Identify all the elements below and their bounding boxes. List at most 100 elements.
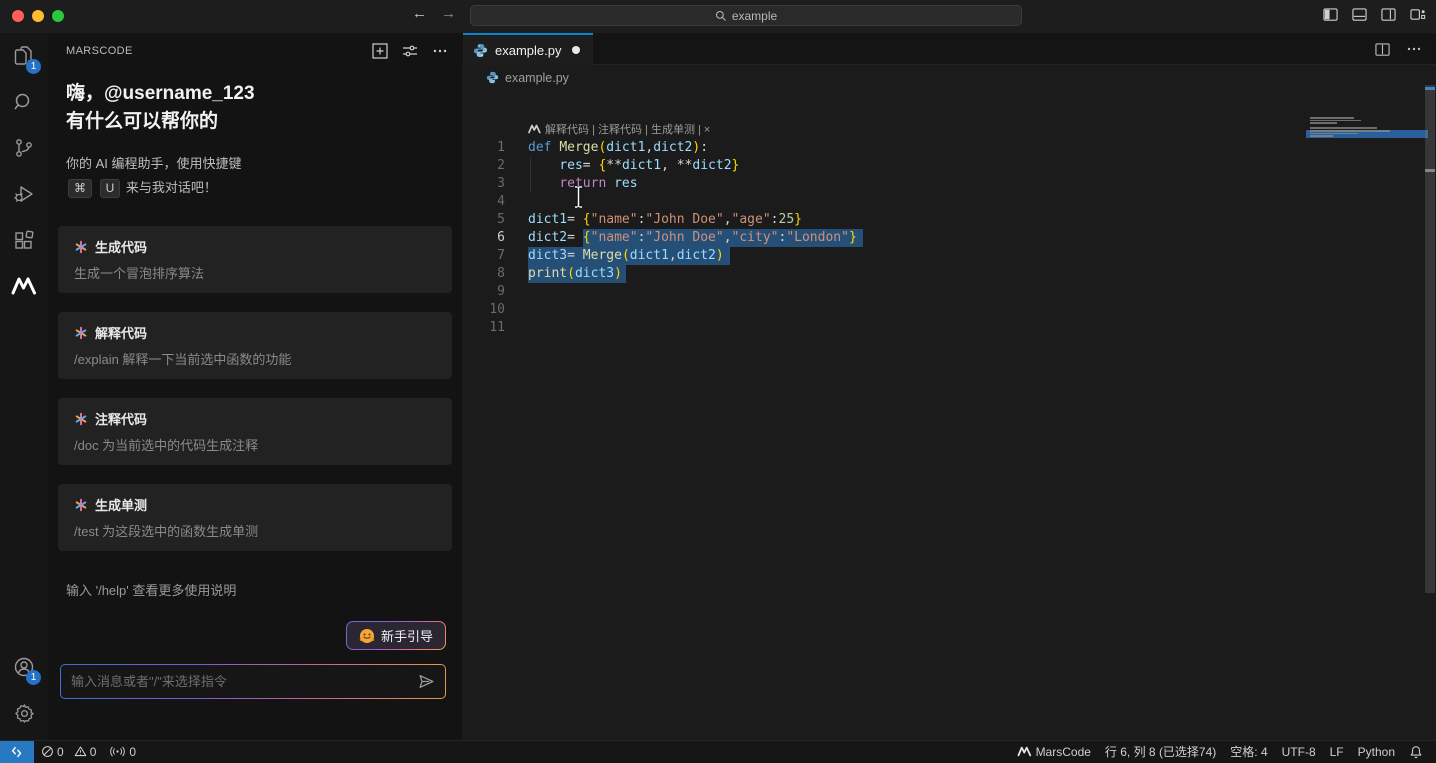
code-token: **	[606, 158, 622, 173]
tune-icon[interactable]	[402, 43, 418, 59]
warning-count: 0	[89, 744, 97, 759]
close-window-button[interactable]	[12, 10, 24, 22]
onboarding-guide-button[interactable]: 新手引导	[345, 621, 446, 650]
kbd-cmd: ⌘	[68, 179, 92, 198]
card-unit-test[interactable]: 生成单测 /test 为这段选中的函数生成单测	[58, 484, 452, 551]
overview-ruler-cursor-mark	[1425, 169, 1435, 172]
code-token: (	[567, 266, 575, 281]
marscode-status-button[interactable]: MarsCode	[1010, 741, 1098, 763]
tab-example-py[interactable]: example.py	[463, 33, 593, 65]
greeting-line1: 嗨，@username_123	[66, 83, 255, 104]
line-number: 10	[489, 302, 505, 317]
sidebar-item-extensions[interactable]	[0, 217, 48, 263]
nav-back-icon[interactable]: ←	[412, 5, 427, 22]
zoom-window-button[interactable]	[52, 10, 64, 22]
code-line-2[interactable]: res= {**dict1, **dict2}	[528, 157, 1306, 175]
minimize-window-button[interactable]	[32, 10, 44, 22]
new-chat-icon[interactable]	[372, 42, 388, 59]
language-mode-button[interactable]: Python	[1351, 741, 1402, 763]
sidebar-item-run-debug[interactable]	[0, 171, 48, 217]
accounts-badge: 1	[26, 670, 41, 685]
code-token: :	[700, 140, 709, 155]
code-line-3[interactable]: return res	[528, 175, 1306, 193]
nav-forward-icon[interactable]: →	[441, 5, 456, 22]
indentation-button[interactable]: 空格: 4	[1223, 741, 1274, 763]
code-token: )	[715, 248, 724, 263]
codelens-actions[interactable]: 解释代码 | 注释代码 | 生成单测 | ×	[528, 121, 710, 137]
card-generate-code[interactable]: 生成代码 生成一个冒泡排序算法	[58, 226, 452, 293]
toggle-sidebar-icon[interactable]	[1323, 7, 1338, 22]
code-token: :	[770, 212, 779, 227]
breadcrumb[interactable]: example.py	[462, 66, 569, 89]
send-icon[interactable]	[418, 673, 435, 690]
chat-input[interactable]	[71, 674, 418, 689]
code-line-8[interactable]: print(dict3)	[528, 265, 1306, 283]
code-token: res	[614, 176, 638, 191]
broadcast-icon	[110, 746, 126, 757]
code-line-4[interactable]	[528, 193, 1306, 211]
modified-dot-icon[interactable]	[572, 46, 581, 54]
tab-label: example.py	[495, 42, 562, 58]
problems-button[interactable]: 0 0	[34, 741, 103, 763]
card-explain-code[interactable]: 解释代码 /explain 解释一下当前选中函数的功能	[58, 312, 452, 379]
remote-indicator-button[interactable]	[0, 740, 34, 763]
ports-button[interactable]: 0	[103, 741, 143, 763]
sidebar-item-settings[interactable]	[0, 690, 48, 736]
code-token: dict2	[528, 230, 568, 245]
editor-scrollbar[interactable]	[1424, 33, 1436, 740]
python-icon	[486, 71, 499, 84]
minimap[interactable]	[1306, 117, 1428, 317]
eol-button[interactable]: LF	[1323, 741, 1351, 763]
code-line-1[interactable]: def Merge(dict1,dict2):	[528, 139, 1306, 157]
sidebar-item-explorer[interactable]: 1	[0, 33, 48, 79]
breadcrumb-item[interactable]: example.py	[505, 71, 569, 85]
line-number: 5	[497, 212, 505, 227]
code-line-7[interactable]: dict3= Merge(dict1,dict2)	[528, 247, 1306, 265]
sidebar-item-marscode[interactable]	[0, 263, 48, 309]
python-icon	[473, 43, 488, 57]
marscode-status-label: MarsCode	[1035, 744, 1091, 759]
notifications-button[interactable]	[1402, 741, 1430, 763]
sidebar-item-accounts[interactable]: 1	[0, 644, 48, 690]
code-line-11[interactable]	[528, 319, 1306, 337]
code-token: {	[582, 230, 591, 245]
cursor-position-button[interactable]: 行 6, 列 8 (已选择74)	[1098, 741, 1223, 763]
more-actions-icon[interactable]	[432, 43, 448, 59]
line-number: 6	[497, 230, 505, 245]
code-token: dict3	[574, 266, 615, 281]
codelens-links[interactable]: 解释代码 | 注释代码 | 生成单测 | ×	[545, 121, 710, 137]
split-editor-icon[interactable]	[1375, 42, 1390, 57]
explorer-badge: 1	[26, 59, 41, 74]
card-desc: 生成一个冒泡排序算法	[74, 266, 205, 281]
code-line-6[interactable]: dict2= {"name":"John Doe","city":"London…	[528, 229, 1306, 247]
code-line-9[interactable]	[528, 283, 1306, 301]
code-token: , **	[661, 158, 693, 173]
activity-bar: 1 1	[0, 33, 48, 740]
more-actions-icon[interactable]	[1406, 41, 1422, 57]
line-number: 1	[497, 140, 505, 155]
sidebar-item-search[interactable]	[0, 79, 48, 125]
scrollbar-slider[interactable]	[1425, 85, 1435, 593]
card-doc-code[interactable]: 注释代码 /doc 为当前选中的代码生成注释	[58, 398, 452, 465]
code-token: "John Doe"	[645, 212, 724, 227]
assistant-subtitle: 你的 AI 编程助手，使用快捷键 ⌘ U 来与我对话吧！	[48, 136, 462, 200]
code-line-10[interactable]	[528, 301, 1306, 319]
toggle-secondary-sidebar-icon[interactable]	[1381, 7, 1396, 22]
help-hint: 输入 '/help' 查看更多使用说明	[66, 583, 237, 598]
code-lines[interactable]: def Merge(dict1,dict2): res= {**dict1, *…	[528, 139, 1306, 337]
marscode-panel: MARSCODE 嗨，@username_123 有什么可以帮你的 你的 AI …	[48, 33, 462, 740]
customize-layout-icon[interactable]	[1410, 7, 1426, 22]
marscode-icon	[528, 124, 541, 134]
toggle-panel-icon[interactable]	[1352, 7, 1367, 22]
marscode-icon	[1017, 746, 1031, 757]
source-control-icon	[16, 139, 32, 157]
command-center-search[interactable]: example	[470, 5, 1022, 26]
sparkle-icon	[75, 412, 87, 425]
encoding-button[interactable]: UTF-8	[1275, 741, 1323, 763]
code-token: def	[528, 140, 552, 155]
sidebar-item-source-control[interactable]	[0, 125, 48, 171]
code-line-5[interactable]: dict1= {"name":"John Doe","age":25}	[528, 211, 1306, 229]
status-bar: 0 0 0 MarsCode 行 6, 列 8 (已选择74) 空格: 4 UT…	[0, 740, 1436, 763]
code-area[interactable]: 解释代码 | 注释代码 | 生成单测 | × 1 2 3 4 5 6 7 8 9 10 11 def…	[462, 89, 1436, 740]
